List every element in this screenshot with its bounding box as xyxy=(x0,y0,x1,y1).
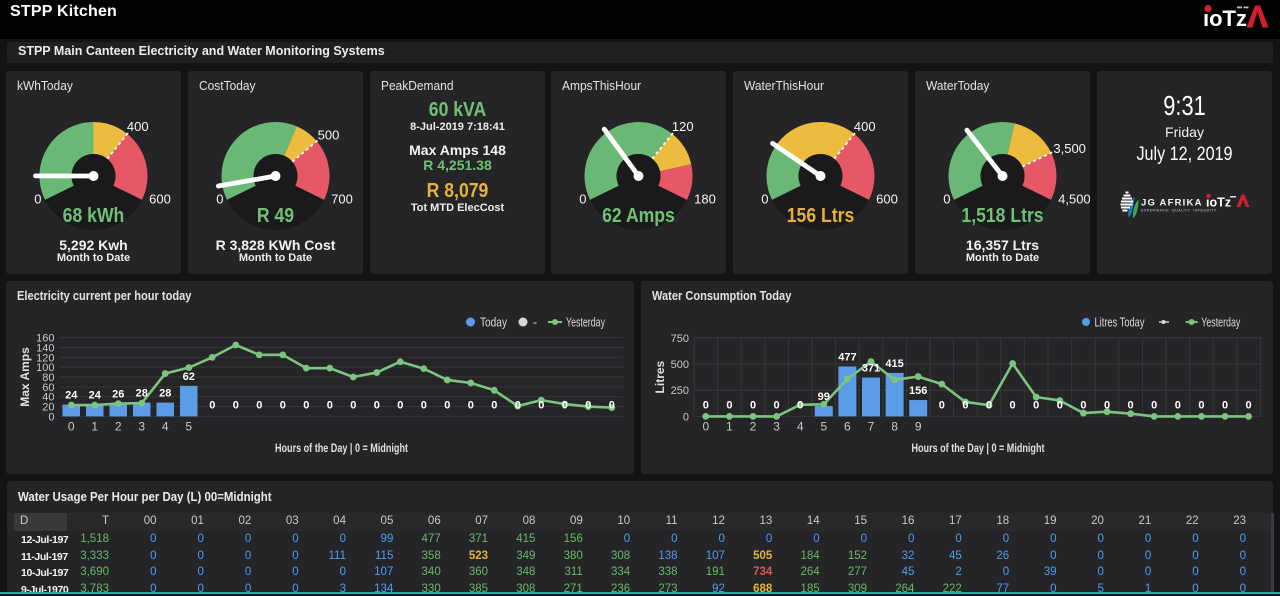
svg-text:26: 26 xyxy=(112,389,124,401)
svg-text:0: 0 xyxy=(515,399,521,411)
svg-text:0: 0 xyxy=(1104,399,1110,411)
svg-text:250: 250 xyxy=(671,385,689,397)
svg-text:0: 0 xyxy=(233,399,239,411)
svg-text:7: 7 xyxy=(868,419,875,433)
svg-text:400: 400 xyxy=(127,119,149,134)
svg-text:28: 28 xyxy=(136,388,148,400)
svg-text:0: 0 xyxy=(585,399,591,411)
svg-text:0: 0 xyxy=(609,399,615,411)
svg-text:0: 0 xyxy=(350,399,356,411)
svg-text:0: 0 xyxy=(1033,399,1039,411)
svg-text:6: 6 xyxy=(844,419,851,433)
svg-text:415: 415 xyxy=(885,358,903,370)
svg-text:0: 0 xyxy=(1222,399,1228,411)
svg-text:0: 0 xyxy=(280,399,286,411)
svg-text:0: 0 xyxy=(1151,399,1157,411)
svg-text:0: 0 xyxy=(1080,399,1086,411)
svg-text:Litres: Litres xyxy=(653,360,667,393)
svg-text:0: 0 xyxy=(209,399,215,411)
svg-text:0: 0 xyxy=(1246,399,1252,411)
svg-text:0: 0 xyxy=(962,399,968,411)
svg-text:Hours of the Day | 0 = Midnigh: Hours of the Day | 0 = Midnight xyxy=(912,441,1045,455)
svg-text:24: 24 xyxy=(89,390,102,402)
svg-text:0: 0 xyxy=(1198,399,1204,411)
svg-text:0: 0 xyxy=(702,419,709,433)
svg-text:0: 0 xyxy=(703,399,709,411)
svg-text:8: 8 xyxy=(891,419,898,433)
svg-text:0: 0 xyxy=(986,399,992,411)
svg-text:0: 0 xyxy=(726,399,732,411)
svg-text:371: 371 xyxy=(862,363,880,375)
svg-text:Yesterday: Yesterday xyxy=(1201,316,1241,330)
svg-text:160: 160 xyxy=(36,333,54,345)
svg-text:-: - xyxy=(533,316,537,330)
svg-text:24: 24 xyxy=(65,390,78,402)
svg-text:62: 62 xyxy=(183,371,195,383)
svg-text:0: 0 xyxy=(468,399,474,411)
svg-text:0: 0 xyxy=(562,399,568,411)
svg-text:5: 5 xyxy=(185,419,192,433)
svg-text:3,500: 3,500 xyxy=(1053,141,1086,156)
svg-text:Today: Today xyxy=(480,316,508,330)
svg-text:1: 1 xyxy=(726,419,733,433)
svg-text:0: 0 xyxy=(939,399,945,411)
svg-text:0: 0 xyxy=(421,399,427,411)
svg-text:Max Amps: Max Amps xyxy=(18,347,32,407)
svg-text:120: 120 xyxy=(672,119,694,134)
svg-text:400: 400 xyxy=(854,119,876,134)
svg-text:5: 5 xyxy=(820,419,827,433)
svg-text:156: 156 xyxy=(909,385,927,397)
svg-text:500: 500 xyxy=(318,127,340,142)
svg-text:ıoTz: ıoTz xyxy=(1206,196,1231,210)
svg-text:Yesterday: Yesterday xyxy=(566,316,606,330)
svg-text:0: 0 xyxy=(750,399,756,411)
svg-text:0: 0 xyxy=(683,411,689,423)
svg-text:2: 2 xyxy=(750,419,757,433)
svg-text:2: 2 xyxy=(115,419,122,433)
svg-text:0: 0 xyxy=(1175,399,1181,411)
svg-text:99: 99 xyxy=(818,391,830,403)
svg-text:0: 0 xyxy=(68,419,75,433)
svg-text:0: 0 xyxy=(1010,399,1016,411)
svg-text:ıoTz: ıoTz xyxy=(1203,6,1247,31)
svg-text:500: 500 xyxy=(671,359,689,371)
svg-text:4: 4 xyxy=(797,419,804,433)
svg-text:JG AFRIKA: JG AFRIKA xyxy=(1141,198,1203,209)
svg-text:0: 0 xyxy=(797,399,803,411)
svg-text:0: 0 xyxy=(538,399,544,411)
svg-text:0: 0 xyxy=(327,399,333,411)
svg-text:0: 0 xyxy=(374,399,380,411)
svg-text:0: 0 xyxy=(1057,399,1063,411)
svg-text:28: 28 xyxy=(159,388,171,400)
svg-text:0: 0 xyxy=(256,399,262,411)
svg-text:3: 3 xyxy=(773,419,780,433)
svg-text:4: 4 xyxy=(162,419,169,433)
svg-text:0: 0 xyxy=(397,399,403,411)
svg-text:1: 1 xyxy=(91,419,98,433)
svg-text:0: 0 xyxy=(1128,399,1134,411)
svg-text:9: 9 xyxy=(915,419,922,433)
svg-text:Litres Today: Litres Today xyxy=(1095,316,1146,330)
svg-text:0: 0 xyxy=(491,399,497,411)
svg-text:0: 0 xyxy=(444,399,450,411)
svg-text:0: 0 xyxy=(303,399,309,411)
svg-text:750: 750 xyxy=(671,333,689,345)
svg-text:Hours of the Day | 0 = Midnigh: Hours of the Day | 0 = Midnight xyxy=(275,441,408,455)
svg-text:0: 0 xyxy=(774,399,780,411)
svg-text:3: 3 xyxy=(138,419,145,433)
svg-text:477: 477 xyxy=(838,351,856,363)
